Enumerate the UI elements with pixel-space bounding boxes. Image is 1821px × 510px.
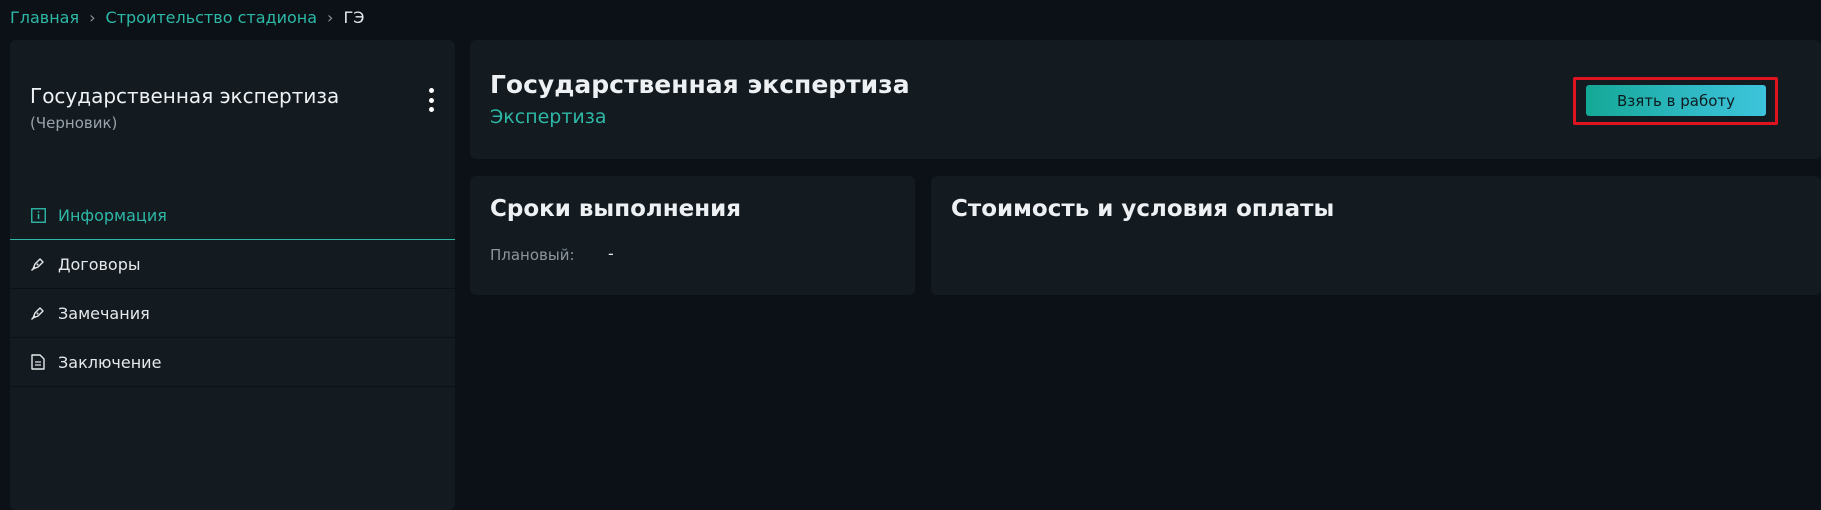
sidebar-item-conclusion[interactable]: Заключение	[10, 338, 455, 387]
sidebar-item-contracts[interactable]: Договоры	[10, 240, 455, 289]
kebab-dot	[428, 97, 434, 103]
page-subtitle: Экспертиза	[490, 106, 607, 128]
kebab-dot	[428, 107, 434, 112]
sidebar-item-label: Информация	[58, 205, 167, 225]
pen-icon	[30, 305, 46, 321]
deadlines-card: Сроки выполнения Плановый: -	[470, 176, 915, 295]
sidebar-item-remarks[interactable]: Замечания	[10, 289, 455, 338]
chevron-right-icon: ›	[327, 7, 334, 27]
sidebar-nav: Информация Договоры Замечания Заключение	[10, 191, 455, 387]
planned-value: -	[608, 244, 614, 263]
breadcrumb-current: ГЭ	[343, 7, 365, 27]
take-to-work-button[interactable]: Взять в работу	[1586, 85, 1766, 116]
breadcrumb: Главная › Строительство стадиона › ГЭ	[10, 6, 364, 28]
sidebar: Государственная экспертиза (Черновик) Ин…	[10, 40, 455, 510]
sidebar-title: Государственная экспертиза	[30, 84, 340, 108]
sidebar-item-information[interactable]: Информация	[10, 191, 455, 240]
document-icon	[30, 354, 46, 370]
cost-card: Стоимость и условия оплаты	[931, 176, 1821, 295]
sidebar-item-label: Замечания	[58, 303, 150, 323]
info-icon	[30, 207, 46, 223]
chevron-right-icon: ›	[89, 7, 96, 27]
sidebar-header: Государственная экспертиза (Черновик)	[30, 84, 435, 132]
main-header-card: Государственная экспертиза Экспертиза Вз…	[470, 40, 1821, 159]
pen-icon	[30, 256, 46, 272]
kebab-menu-icon[interactable]	[427, 88, 435, 112]
page-title: Государственная экспертиза	[490, 70, 910, 99]
deadlines-title: Сроки выполнения	[490, 196, 742, 222]
cost-title: Стоимость и условия оплаты	[951, 196, 1335, 222]
breadcrumb-project-link[interactable]: Строительство стадиона	[106, 8, 318, 27]
breadcrumb-home-link[interactable]: Главная	[10, 8, 79, 27]
sidebar-item-label: Договоры	[58, 254, 141, 274]
sidebar-status: (Черновик)	[30, 114, 118, 132]
planned-label: Плановый:	[490, 246, 575, 264]
kebab-dot	[428, 88, 434, 93]
sidebar-item-label: Заключение	[58, 352, 162, 372]
